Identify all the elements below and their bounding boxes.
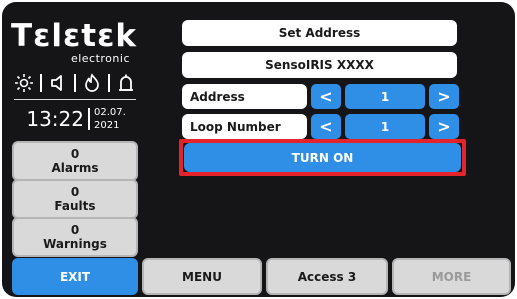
date-day-month: 02.07. [94, 107, 126, 118]
loop-increment-button[interactable]: > [429, 114, 459, 139]
status-separator [74, 74, 76, 92]
warnings-button[interactable]: 0 Warnings [12, 217, 138, 257]
date-separator [88, 108, 90, 130]
brand-subtitle: electronic [70, 52, 130, 65]
faults-button[interactable]: 0 Faults [12, 179, 138, 219]
loop-number-label: Loop Number [182, 114, 307, 139]
status-separator [108, 74, 110, 92]
faults-count: 0 [70, 185, 80, 199]
status-icons [12, 70, 138, 96]
address-value: 1 [345, 84, 425, 109]
address-decrement-button[interactable]: < [311, 84, 341, 109]
address-increment-button[interactable]: > [429, 84, 459, 109]
warnings-count: 0 [70, 223, 80, 237]
faults-label: Faults [54, 199, 96, 213]
panel-title: Set Address [182, 20, 457, 46]
clock-date: 02.07. 2021 [94, 106, 134, 134]
brand-logo: Tεlεtεk [11, 18, 137, 54]
date-year: 2021 [94, 120, 120, 131]
loop-decrement-button[interactable]: < [311, 114, 341, 139]
exit-button[interactable]: EXIT [12, 258, 138, 295]
menu-button[interactable]: MENU [142, 258, 262, 295]
alarms-button[interactable]: 0 Alarms [12, 141, 138, 181]
bell-icon [115, 72, 137, 94]
more-button[interactable]: MORE [392, 258, 511, 295]
device-name: SensoIRIS XXXX [182, 52, 457, 78]
alarms-label: Alarms [51, 161, 99, 175]
warnings-label: Warnings [43, 237, 107, 251]
flame-icon [81, 72, 103, 94]
loop-number-value: 1 [345, 114, 425, 139]
access-level-button[interactable]: Access 3 [266, 258, 388, 295]
device-bezel: Tεlεtεk electronic 13:22 02.07. 2021 0 A… [0, 0, 517, 299]
highlight-frame [179, 139, 466, 176]
alarms-count: 0 [70, 147, 80, 161]
clock-time: 13:22 [26, 107, 84, 131]
speaker-icon [47, 72, 69, 94]
address-label: Address [182, 84, 307, 109]
touch-screen: Tεlεtεk electronic 13:22 02.07. 2021 0 A… [2, 2, 515, 297]
clock-divider [14, 99, 136, 100]
sun-icon [13, 72, 35, 94]
status-separator [40, 74, 42, 92]
